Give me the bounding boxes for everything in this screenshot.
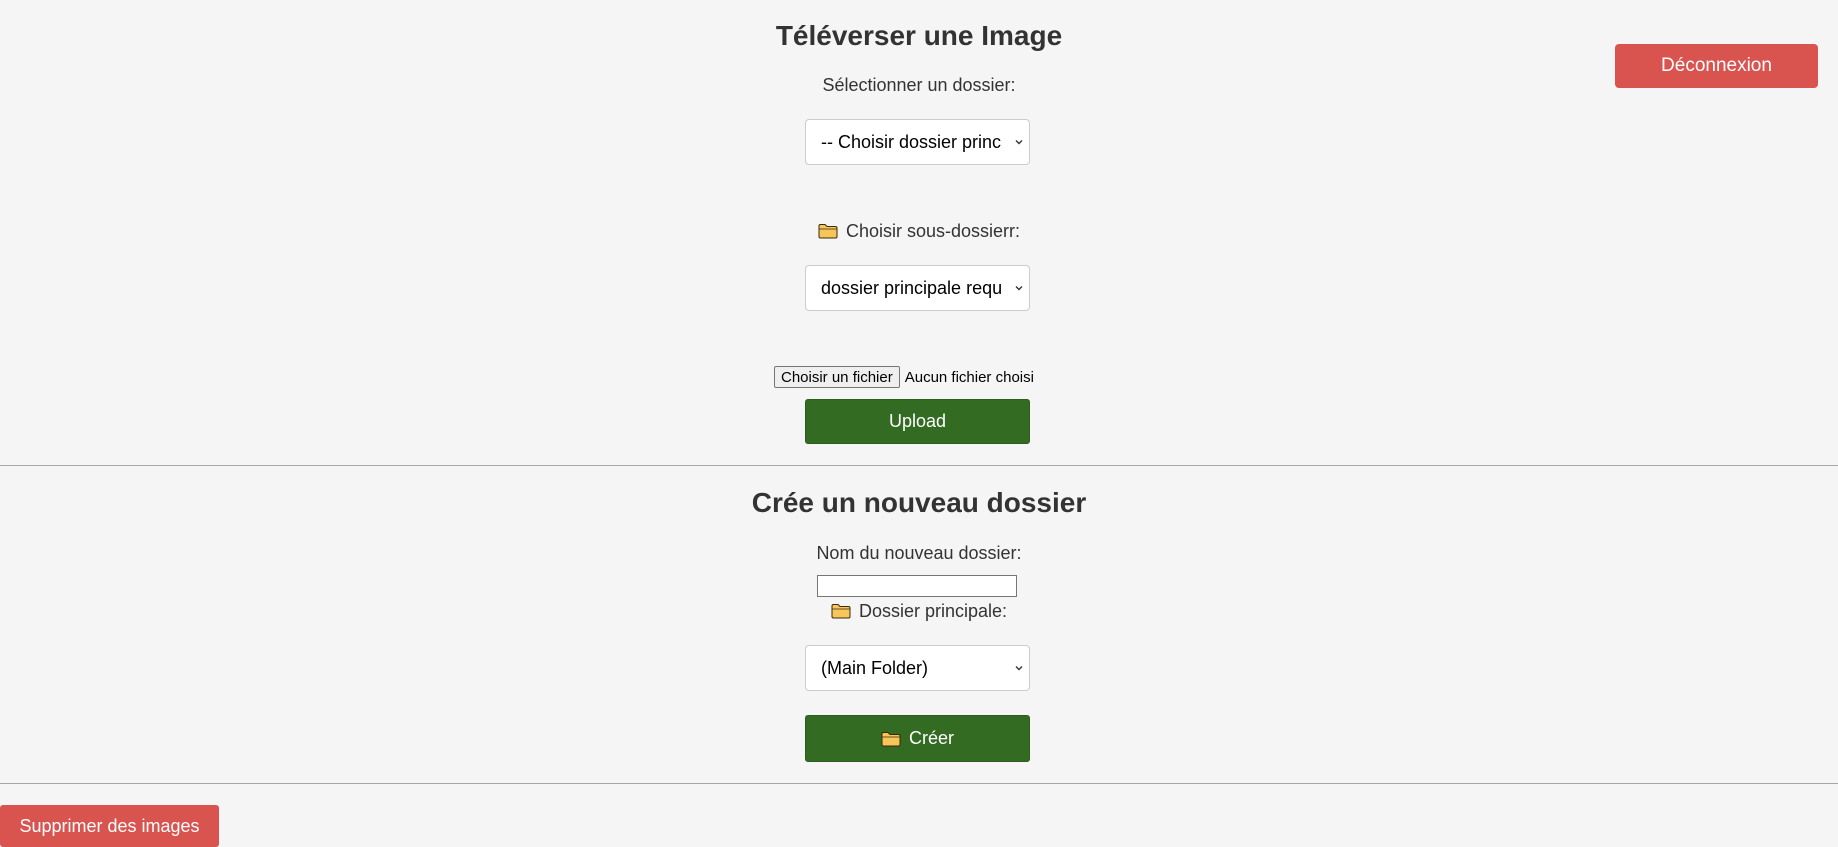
subfolder-select[interactable]: dossier principale requ [805, 265, 1030, 311]
subfolder-select-value: dossier principale requ [821, 277, 1003, 298]
delete-images-button[interactable]: Supprimer des images [0, 805, 219, 847]
chevron-down-icon [1015, 286, 1023, 291]
create-folder-button[interactable]: Créer [805, 715, 1030, 762]
new-folder-name-label-text: Nom du nouveau dossier: [816, 542, 1022, 563]
subfolder-select-label: Choisir sous-dossierr: [0, 220, 1838, 242]
new-folder-name-label: Nom du nouveau dossier: [0, 542, 1838, 564]
folder-icon [881, 731, 901, 746]
subfolder-select-label-text: Choisir sous-dossierr: [845, 220, 1021, 241]
file-status-text: Aucun fichier choisi [904, 368, 1034, 386]
file-input[interactable]: Choisir un fichier Aucun fichier choisi [774, 366, 1034, 388]
choose-file-button[interactable]: Choisir un fichier [774, 366, 900, 388]
parent-folder-select-value: (Main Folder) [821, 657, 929, 678]
folder-icon [831, 604, 851, 619]
create-folder-button-label: Créer [908, 728, 954, 748]
upload-title: Téléverser une Image [775, 20, 1063, 51]
main-folder-select[interactable]: -- Choisir dossier princ [805, 119, 1030, 165]
upload-button-label: Upload [888, 411, 947, 431]
section-divider [0, 783, 1838, 784]
folder-icon [818, 224, 838, 239]
folder-select-label: Sélectionner un dossier: [0, 74, 1838, 96]
chevron-down-icon [1015, 140, 1023, 145]
chevron-down-icon [1015, 666, 1023, 671]
parent-folder-select[interactable]: (Main Folder) [805, 645, 1030, 691]
create-folder-title: Crée un nouveau dossier [751, 487, 1087, 518]
new-folder-name-input[interactable] [817, 575, 1017, 597]
upload-button[interactable]: Upload [805, 399, 1030, 444]
parent-folder-label: Dossier principale: [0, 600, 1838, 622]
upload-page: Déconnexion Téléverser une Image Sélecti… [0, 0, 1838, 847]
parent-folder-label-text: Dossier principale: [858, 600, 1008, 621]
section-divider [0, 465, 1838, 466]
main-folder-select-value: -- Choisir dossier princ [821, 131, 1002, 152]
folder-select-label-text: Sélectionner un dossier: [822, 74, 1016, 95]
